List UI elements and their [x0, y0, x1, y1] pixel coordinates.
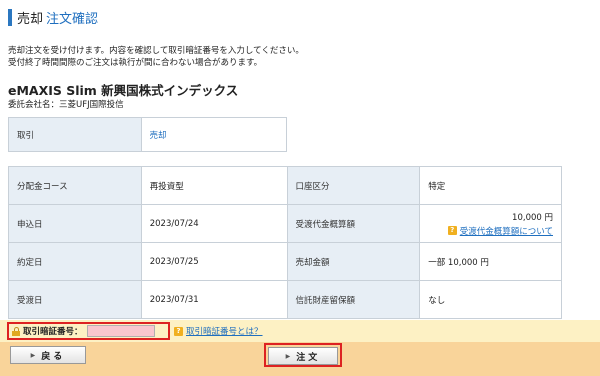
page-title-sub: 注文確認 [46, 11, 99, 27]
settlement-estimate-value: 10,000 円 [512, 212, 553, 223]
triangle-right-icon: ▶ [285, 352, 291, 360]
account-type-label: 口座区分 [286, 166, 421, 205]
table-row: 申込日 2023/07/24 受渡代金概算額 10,000 円 ? 受渡代金概算… [8, 204, 562, 243]
trade-date-value: 2023/07/25 [140, 242, 288, 281]
table-row: 分配金コース 再投資型 口座区分 特定 [8, 166, 562, 205]
question-icon: ? [447, 226, 457, 235]
header-accent-bar [8, 8, 12, 26]
fund-company: 委託会社名：三菱UFJ国際投信 [8, 100, 124, 110]
application-date-value: 2023/07/24 [140, 204, 288, 243]
trade-date-label: 約定日 [8, 242, 142, 281]
pin-help[interactable]: ? 取引暗証番号とは？ [174, 325, 263, 337]
delivery-date-label: 受渡日 [8, 280, 142, 319]
page-title-main: 売却 [17, 11, 44, 27]
trade-type-label: 取引 [8, 117, 142, 152]
dividend-course-value: 再投資型 [140, 166, 288, 205]
trust-reserve-value: なし [419, 280, 562, 319]
order-button-label: 注文 [296, 352, 321, 363]
settlement-estimate-help[interactable]: ? 受渡代金概算額について [428, 225, 553, 237]
triangle-right-icon: ▶ [30, 351, 36, 359]
table-row: 約定日 2023/07/25 売却金額 一部 10,000 円 [8, 242, 562, 281]
pin-input[interactable] [86, 325, 155, 337]
instruction-line-2: 受付終了時間間際のご注文は執行が間に合わない場合があります。 [8, 58, 263, 68]
page-title: 売却 注文確認 [17, 8, 98, 27]
lock-icon [12, 326, 20, 336]
sell-amount-value: 一部 10,000 円 [419, 242, 562, 281]
settlement-estimate-cell: 10,000 円 ? 受渡代金概算額について [419, 204, 562, 243]
sell-amount-label: 売却金額 [286, 242, 421, 281]
trade-type-link[interactable]: 売却 [150, 131, 167, 141]
trust-reserve-label: 信託財産留保額 [286, 280, 421, 319]
fund-name: eMAXIS Slim 新興国株式インデックス [8, 83, 239, 98]
instruction-line-1: 売却注文を受け付けます。内容を確認して取引暗証番号を入力してください。 [8, 46, 304, 56]
dividend-course-label: 分配金コース [8, 166, 142, 205]
delivery-date-value: 2023/07/31 [140, 280, 288, 319]
pin-help-link[interactable]: 取引暗証番号とは？ [186, 325, 263, 337]
question-icon: ? [174, 326, 183, 336]
back-button[interactable]: ▶ 戻る [10, 346, 86, 364]
pin-label: 取引暗証番号： [23, 327, 83, 337]
order-detail-table: 分配金コース 再投資型 口座区分 特定 申込日 2023/07/24 受渡代金概… [8, 166, 562, 319]
order-button[interactable]: ▶ 注文 [268, 347, 338, 365]
pin-field-group: 取引暗証番号： [7, 322, 170, 340]
instruction-message: 売却注文を受け付けます。内容を確認して取引暗証番号を入力してください。 受付終了… [8, 45, 304, 69]
settlement-estimate-label: 受渡代金概算額 [286, 204, 421, 243]
application-date-label: 申込日 [8, 204, 142, 243]
trade-type-table: 取引 売却 [8, 117, 288, 152]
table-row: 取引 売却 [8, 117, 288, 152]
settlement-estimate-help-link[interactable]: 受渡代金概算額について [460, 225, 553, 237]
page-header: 売却 注文確認 [8, 8, 98, 27]
table-row: 受渡日 2023/07/31 信託財産留保額 なし [8, 280, 562, 319]
trade-type-value: 売却 [140, 117, 288, 152]
back-button-label: 戻る [41, 351, 66, 362]
account-type-value: 特定 [419, 166, 562, 205]
